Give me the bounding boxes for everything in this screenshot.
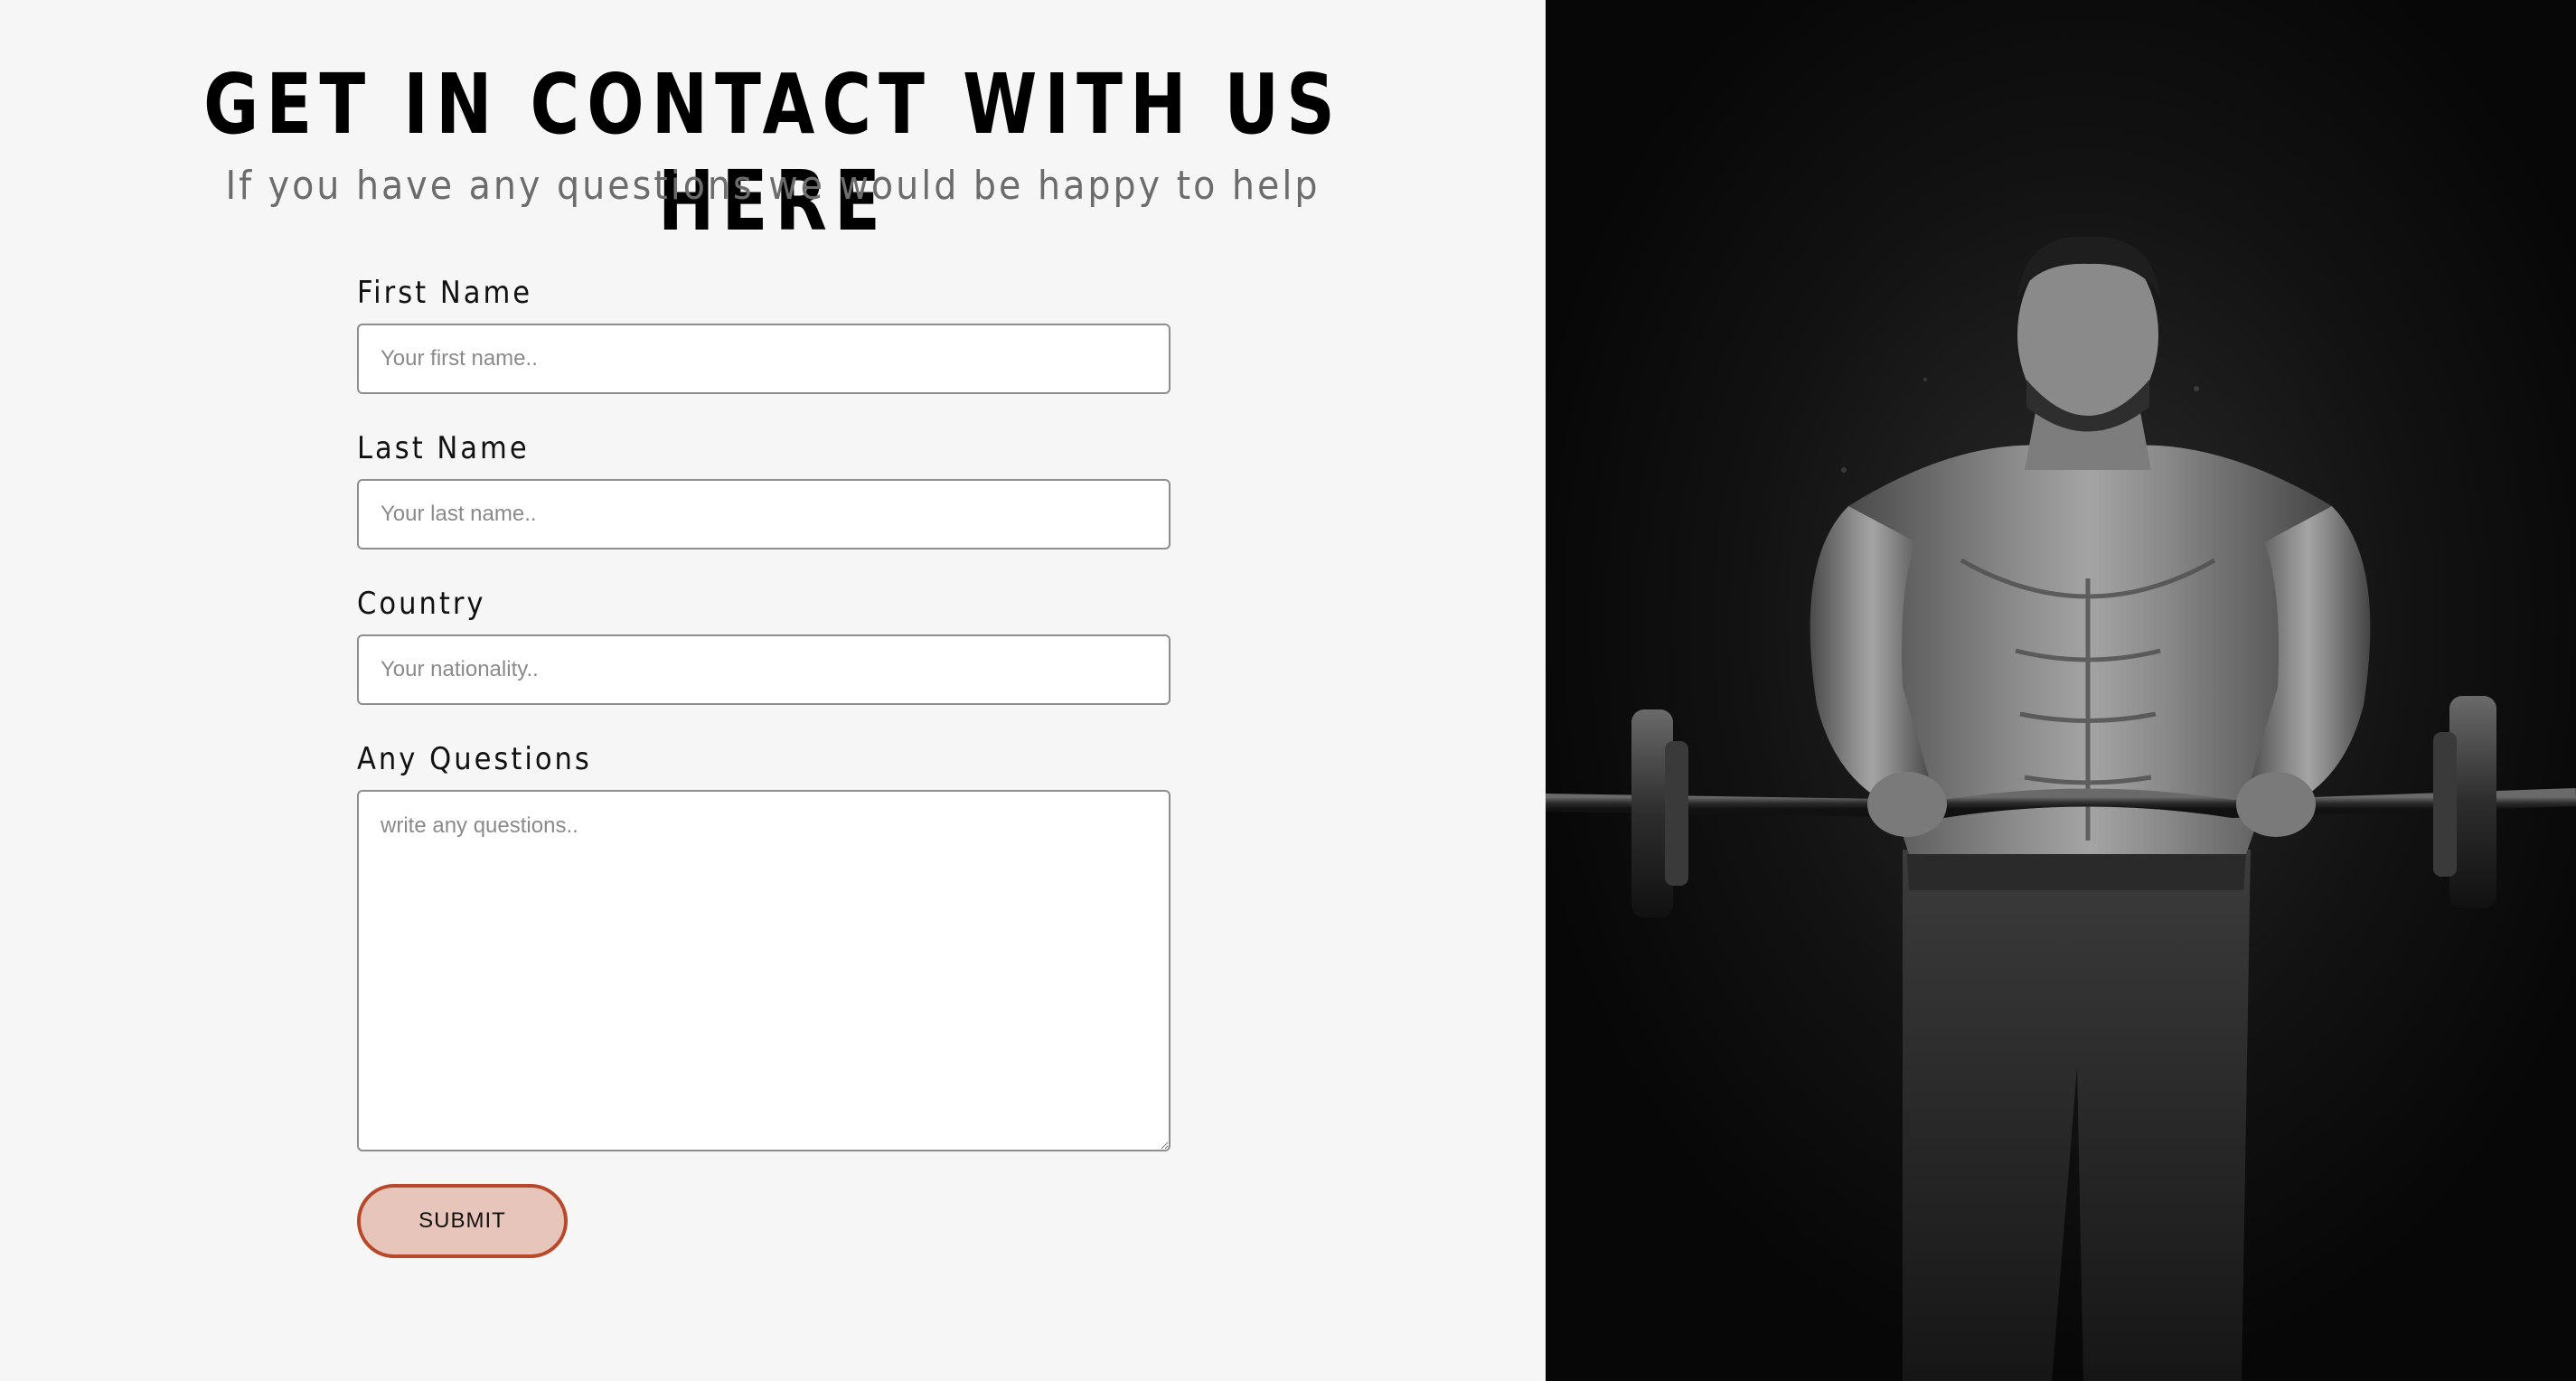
- hero-image-panel: [1546, 0, 2576, 1381]
- contact-form: First Name Last Name Country Any Questio…: [357, 268, 1170, 1151]
- questions-label: Any Questions: [357, 741, 592, 777]
- first-name-label: First Name: [357, 275, 533, 311]
- page-subtitle: If you have any questions we would be ha…: [225, 163, 1321, 209]
- bodybuilder-barbell-photo: [1546, 0, 2576, 1381]
- questions-textarea[interactable]: [357, 790, 1170, 1151]
- page-title: GET IN CONTACT WITH US HERE: [203, 56, 1342, 249]
- last-name-label: Last Name: [357, 430, 530, 466]
- first-name-input[interactable]: [357, 324, 1170, 394]
- contact-page: GET IN CONTACT WITH US HERE If you have …: [0, 0, 2576, 1381]
- country-label: Country: [357, 586, 486, 622]
- last-name-input[interactable]: [357, 479, 1170, 550]
- submit-button[interactable]: SUBMIT: [357, 1184, 568, 1258]
- contact-form-panel: GET IN CONTACT WITH US HERE If you have …: [0, 0, 1546, 1381]
- country-input[interactable]: [357, 634, 1170, 705]
